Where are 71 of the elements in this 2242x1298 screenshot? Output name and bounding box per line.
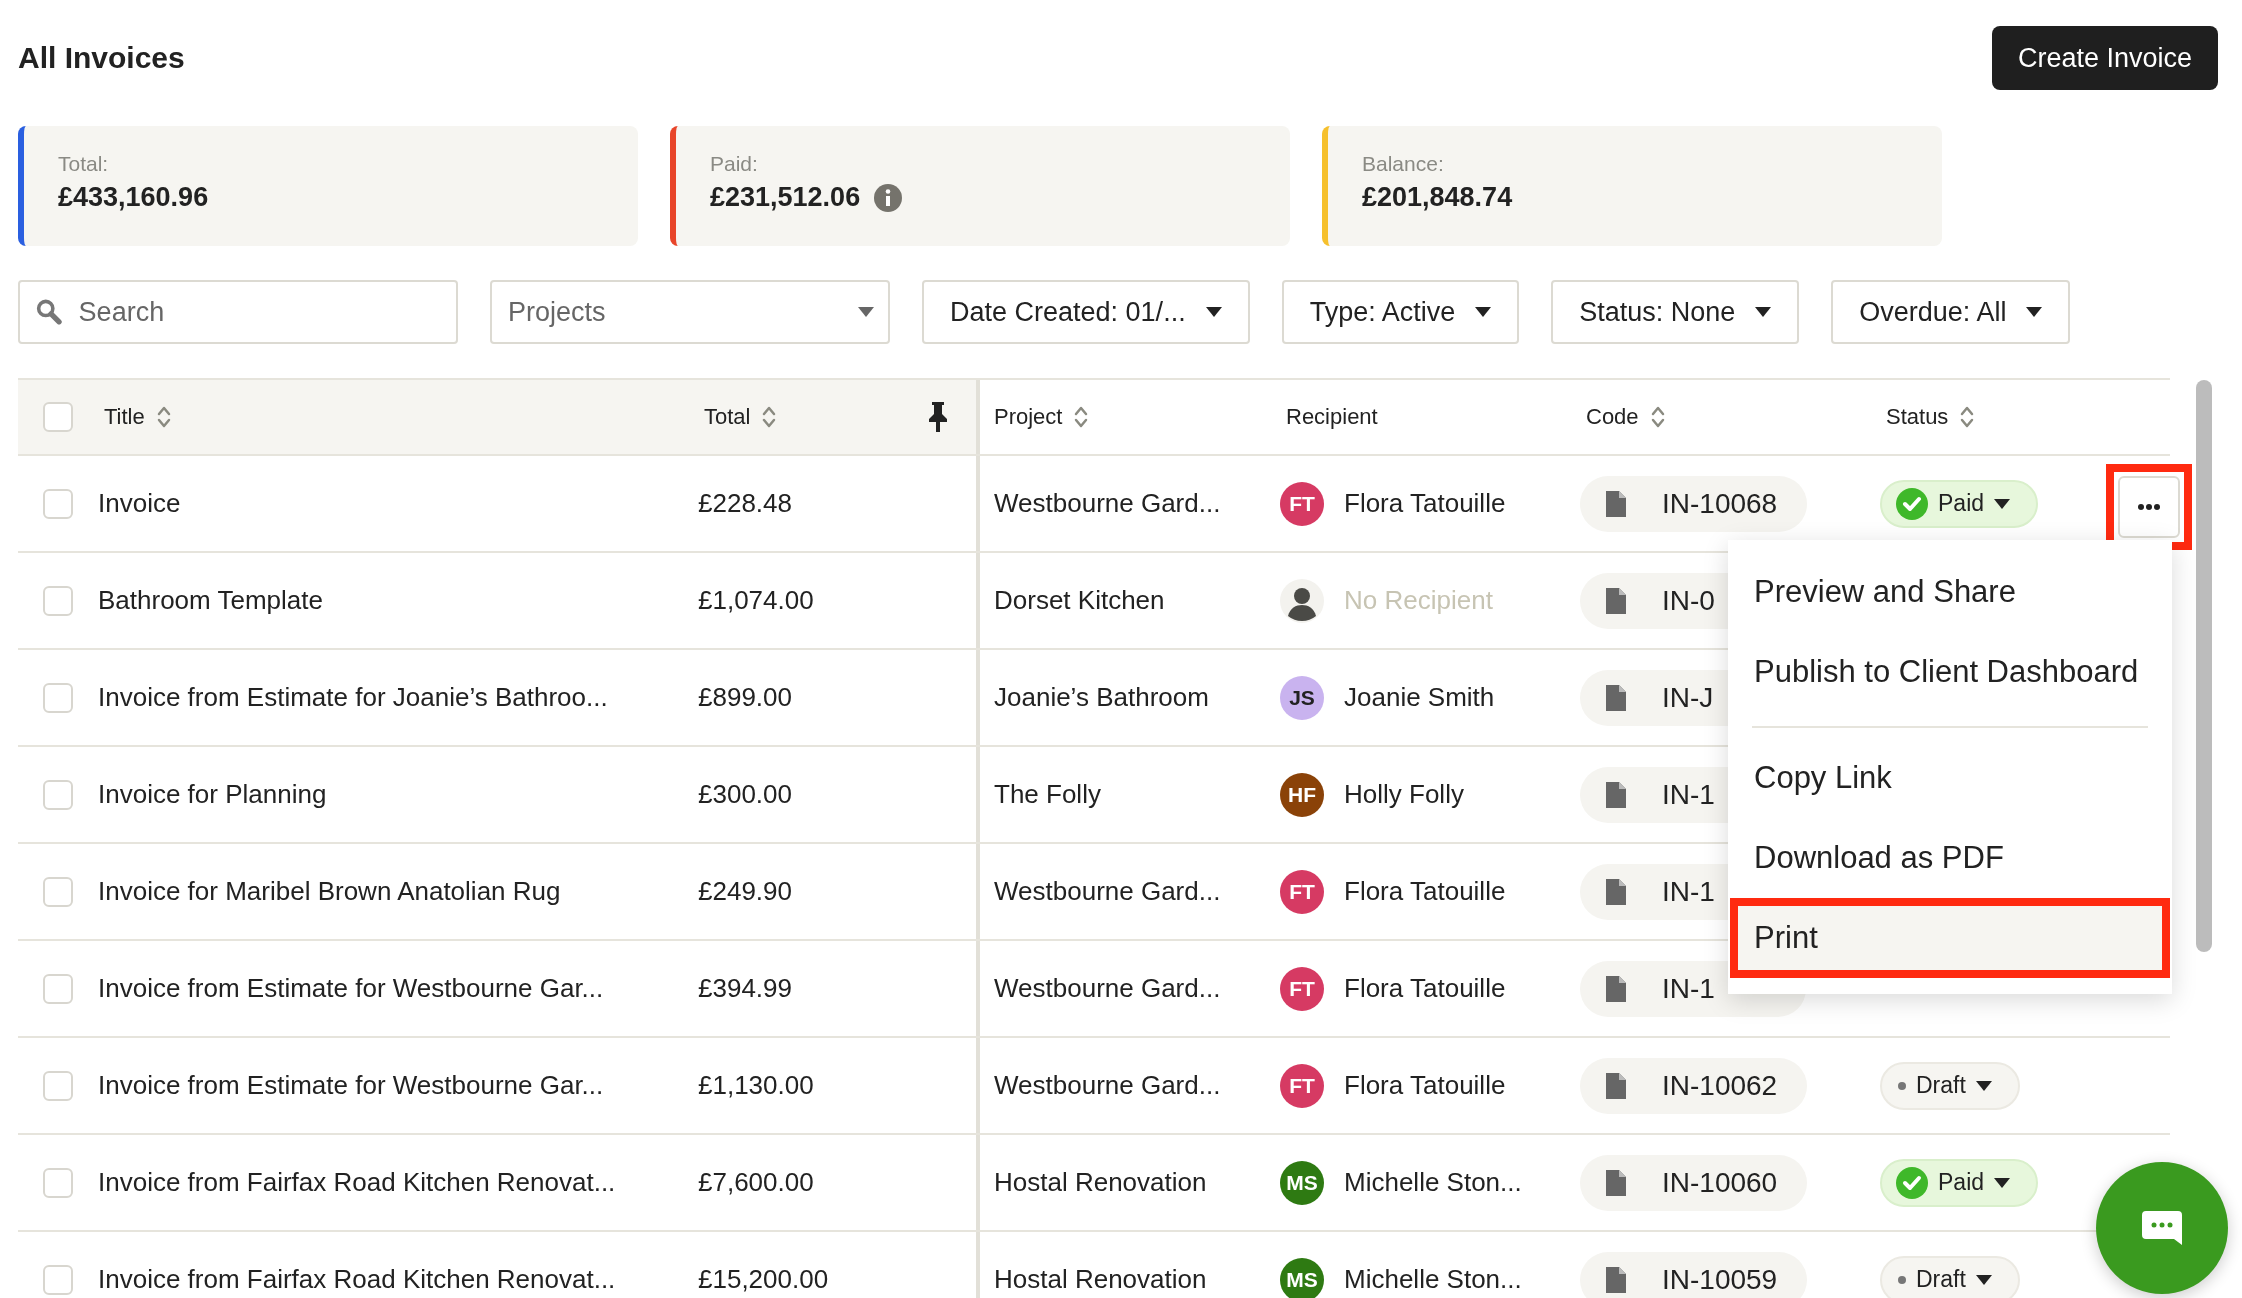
recipient-name: Flora Tatouille bbox=[1344, 876, 1506, 907]
filter-dropdown[interactable]: Status: None bbox=[1551, 280, 1800, 344]
invoice-total: £15,200.00 bbox=[698, 1264, 829, 1295]
recipient-name: Flora Tatouille bbox=[1344, 488, 1506, 519]
avatar: HF bbox=[1280, 772, 1324, 817]
invoice-title[interactable]: Invoice for Planning bbox=[98, 779, 327, 810]
menu-item[interactable]: Print bbox=[1730, 898, 2170, 978]
column-header[interactable]: Title bbox=[98, 380, 698, 454]
summary-value: £201,848.74 bbox=[1362, 182, 1513, 213]
invoice-title[interactable]: Invoice from Fairfax Road Kitchen Renovat... bbox=[98, 1167, 616, 1198]
recipient-name: Flora Tatouille bbox=[1344, 973, 1506, 1004]
project-name: The Folly bbox=[994, 779, 1101, 810]
summary-label: Total: bbox=[58, 152, 110, 176]
invoice-total: £300.00 bbox=[698, 779, 792, 810]
filter-dropdown[interactable]: Overdue: All bbox=[1831, 280, 2071, 344]
invoice-title[interactable]: Invoice for Maribel Brown Anatolian Rug bbox=[98, 876, 561, 907]
project-name: Joanie’s Bathroom bbox=[994, 682, 1209, 713]
invoice-total: £1,074.00 bbox=[698, 585, 814, 616]
projects-select[interactable]: Projects bbox=[490, 280, 890, 344]
invoice-total: £7,600.00 bbox=[698, 1167, 814, 1198]
avatar: FT bbox=[1280, 481, 1324, 526]
status-dropdown[interactable]: Paid bbox=[1880, 479, 2039, 528]
invoice-total: £249.90 bbox=[698, 876, 792, 907]
create-invoice-button[interactable]: Create Invoice bbox=[1991, 26, 2218, 90]
invoice-code[interactable]: IN-10068 bbox=[1580, 475, 1808, 532]
avatar: FT bbox=[1280, 869, 1324, 914]
invoice-code[interactable]: IN-10059 bbox=[1580, 1251, 1808, 1298]
projects-dropdown[interactable]: Projects bbox=[506, 295, 838, 329]
invoice-title[interactable]: Invoice from Estimate for Westbourne Gar... bbox=[98, 1070, 604, 1101]
invoice-title[interactable]: Bathroom Template bbox=[98, 585, 323, 616]
invoice-total: £1,130.00 bbox=[698, 1070, 814, 1101]
avatar: FT bbox=[1280, 1063, 1324, 1108]
recipient-name: Michelle Ston... bbox=[1344, 1167, 1522, 1198]
invoice-total: £899.00 bbox=[698, 682, 792, 713]
invoice-code[interactable]: IN-10062 bbox=[1580, 1057, 1808, 1114]
invoice-title[interactable]: Invoice from Estimate for Joanie’s Bathroo... bbox=[98, 682, 608, 713]
avatar: MS bbox=[1280, 1160, 1324, 1205]
project-name: Hostal Renovation bbox=[994, 1264, 1207, 1295]
status-dropdown[interactable]: Draft bbox=[1880, 1255, 2020, 1298]
status-dropdown[interactable]: Paid bbox=[1880, 1158, 2039, 1207]
filter-dropdown[interactable]: Type: Active bbox=[1281, 280, 1520, 344]
search-box[interactable]: Search bbox=[18, 280, 458, 344]
search-field[interactable]: Search bbox=[76, 295, 430, 329]
summary-value: £433,160.96 bbox=[58, 182, 209, 213]
summary-label: Balance: bbox=[1362, 152, 1445, 176]
project-name: Westbourne Gard... bbox=[994, 488, 1221, 519]
project-name: Westbourne Gard... bbox=[994, 876, 1221, 907]
invoice-code[interactable]: IN-10060 bbox=[1580, 1154, 1808, 1211]
project-name: Dorset Kitchen bbox=[994, 585, 1165, 616]
invoice-total: £394.99 bbox=[698, 973, 792, 1004]
avatar: MS bbox=[1280, 1257, 1324, 1298]
project-name: Westbourne Gard... bbox=[994, 973, 1221, 1004]
recipient-name: Holly Folly bbox=[1344, 779, 1464, 810]
page-title: All Invoices bbox=[18, 41, 185, 75]
filter-dropdown[interactable]: Date Created: 01/... bbox=[922, 280, 1250, 344]
status-dropdown[interactable]: Draft bbox=[1880, 1061, 2020, 1110]
invoice-title[interactable]: Invoice from Estimate for Westbourne Gar... bbox=[98, 973, 604, 1004]
invoice-title[interactable]: Invoice from Fairfax Road Kitchen Renovat... bbox=[98, 1264, 616, 1295]
recipient-name: No Recipient bbox=[1344, 585, 1493, 616]
column-header[interactable]: Total bbox=[698, 380, 980, 454]
summary-value: £231,512.06 bbox=[710, 182, 861, 213]
recipient-name: Michelle Ston... bbox=[1344, 1264, 1522, 1295]
summary-label: Paid: bbox=[710, 152, 759, 176]
avatar: FT bbox=[1280, 966, 1324, 1011]
recipient-name: Joanie Smith bbox=[1344, 682, 1495, 713]
recipient-name: Flora Tatouille bbox=[1344, 1070, 1506, 1101]
invoice-title[interactable]: Invoice bbox=[98, 488, 181, 519]
project-name: Hostal Renovation bbox=[994, 1167, 1207, 1198]
project-name: Westbourne Gard... bbox=[994, 1070, 1221, 1101]
avatar: JS bbox=[1280, 675, 1324, 720]
invoice-total: £228.48 bbox=[698, 488, 792, 519]
